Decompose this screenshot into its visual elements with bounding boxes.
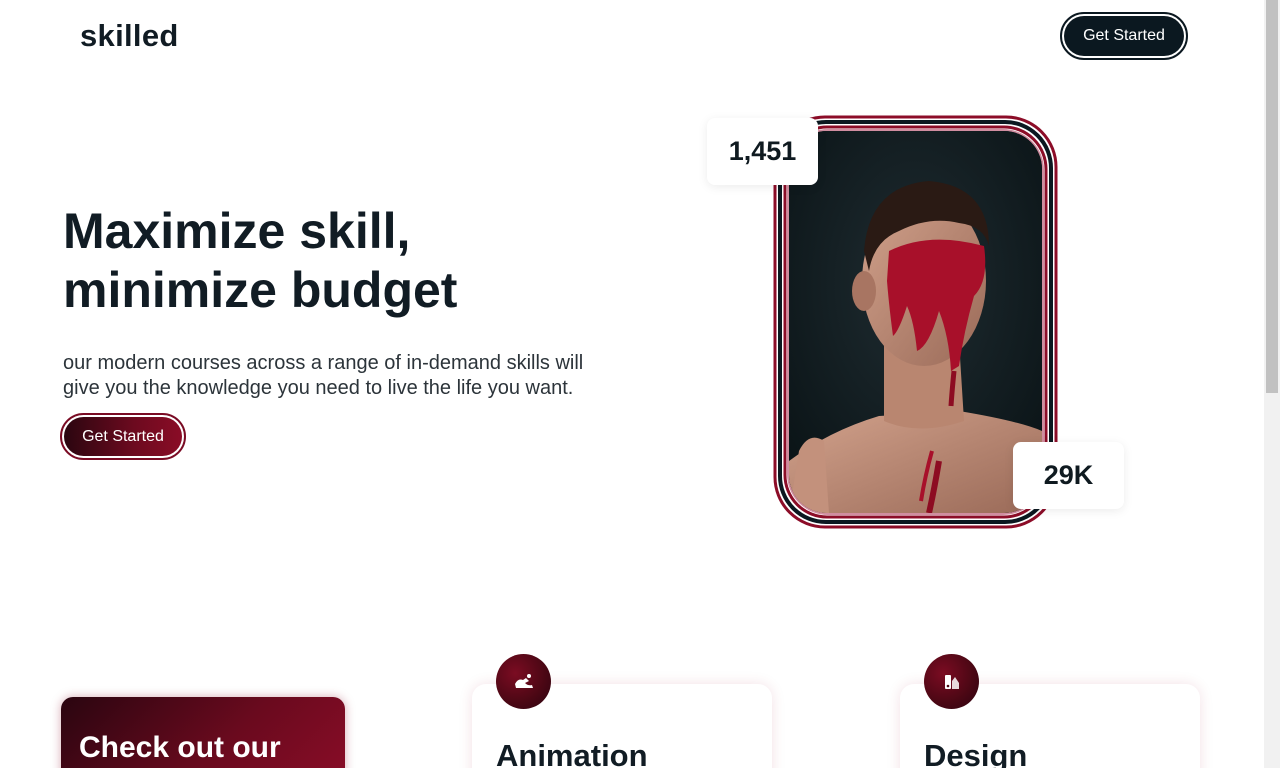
hero-title-line-2: minimize budget <box>63 262 458 318</box>
page: skilled Get Started Maximize skill, mini… <box>0 0 1264 768</box>
portrait-illustration <box>789 131 1042 513</box>
animation-icon <box>496 654 551 709</box>
stat-card-students: 1,451 <box>707 118 818 185</box>
course-title-design: Design <box>924 738 1028 768</box>
hero-description-line-1: our modern courses across a range of in-… <box>63 352 584 374</box>
promo-card[interactable]: Check out our <box>61 697 345 768</box>
design-icon <box>924 654 979 709</box>
stat-card-reviews: 29K <box>1013 442 1124 509</box>
hero-title-line-1: Maximize skill, <box>63 203 411 259</box>
promo-title: Check out our <box>79 731 281 764</box>
hero-description-line-2: give you the knowledge you need to live … <box>63 377 574 399</box>
vertical-scrollbar[interactable] <box>1264 0 1280 768</box>
hero-portrait-image <box>789 131 1042 513</box>
hero-description: our modern courses across a range of in-… <box>63 351 623 401</box>
hero-get-started-button[interactable]: Get Started <box>60 413 186 460</box>
header-get-started-label: Get Started <box>1064 16 1184 56</box>
hero-title: Maximize skill, minimize budget <box>63 202 623 320</box>
scrollbar-thumb[interactable] <box>1266 0 1278 393</box>
course-title-animation: Animation <box>496 738 648 768</box>
header-get-started-button[interactable]: Get Started <box>1060 12 1188 60</box>
hero-get-started-label: Get Started <box>64 417 182 456</box>
logo[interactable]: skilled <box>80 18 179 54</box>
